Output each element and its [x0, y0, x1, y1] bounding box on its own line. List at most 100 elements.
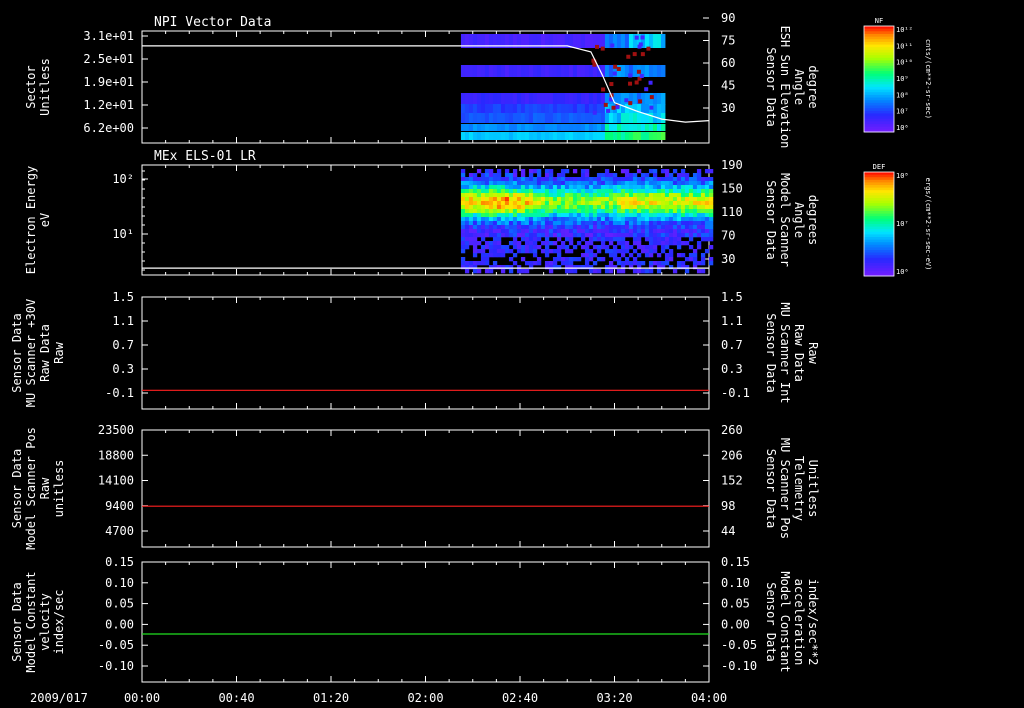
heatmap-cell [480, 124, 486, 131]
heatmap-cell [584, 233, 590, 238]
heatmap-cell [600, 213, 606, 218]
heatmap-cell [460, 213, 466, 218]
heatmap-cell [508, 173, 514, 178]
heatmap-cell [660, 205, 666, 210]
heatmap-cell [632, 229, 638, 234]
heatmap-cell [544, 93, 550, 105]
heatmap-cell [468, 225, 474, 230]
heatmap-cell [612, 233, 618, 238]
heatmap-cell [648, 185, 654, 190]
heatmap-cell [544, 241, 550, 246]
heatmap-cell [472, 124, 478, 131]
heatmap-cell [536, 229, 542, 234]
heatmap-cell [520, 65, 526, 77]
heatmap-cell [576, 177, 582, 182]
heatmap-cell [600, 233, 606, 238]
heatmap-cell [580, 34, 586, 48]
heatmap-cell [548, 181, 554, 186]
heatmap-cell [476, 104, 482, 113]
heatmap-cell [688, 253, 694, 258]
heatmap-cell [536, 173, 542, 178]
heatmap-cell [584, 241, 590, 246]
heatmap-cell [584, 197, 590, 202]
heatmap-cell [700, 233, 706, 238]
heatmap-cell [532, 181, 538, 186]
right-tick-label: -0.10 [721, 659, 757, 673]
heatmap-cell [608, 132, 614, 140]
heatmap-cell [540, 229, 546, 234]
heatmap-cell [688, 189, 694, 194]
heatmap-cell [576, 104, 582, 113]
heatmap-cell [524, 217, 530, 222]
right-axis-label: degrees [806, 195, 820, 246]
heatmap-cell [596, 221, 602, 226]
heatmap-cell [472, 209, 478, 214]
heatmap-cell [464, 229, 470, 234]
heatmap-cell [516, 269, 522, 274]
y-axis-label: Sensor Data [10, 313, 24, 392]
heatmap-cell [500, 113, 506, 123]
heatmap-cell [576, 113, 582, 123]
heatmap-cell [692, 185, 698, 190]
heatmap-cell [624, 98, 629, 103]
heatmap-cell [532, 253, 538, 258]
heatmap-cell [700, 225, 706, 230]
heatmap-cell [704, 177, 710, 182]
heatmap-cell [560, 213, 566, 218]
heatmap-cell [484, 253, 490, 258]
heatmap-cell [612, 124, 618, 131]
heatmap-cell [492, 221, 498, 226]
colorbar-tick-label: 10⁶ [896, 124, 909, 132]
heatmap-cell [576, 65, 582, 77]
colorbar-tick-label: 10⁸ [896, 172, 909, 180]
heatmap-cell [572, 177, 578, 182]
heatmap-cell [496, 124, 502, 131]
heatmap-cell [528, 241, 534, 246]
heatmap-cell [612, 217, 618, 222]
colorbar-tick-label: 10¹¹ [896, 42, 913, 50]
heatmap-cell [628, 34, 634, 48]
heatmap-cell [660, 181, 666, 186]
heatmap-cell [516, 124, 522, 131]
heatmap-cell [640, 52, 645, 57]
heatmap-cell [508, 132, 514, 140]
heatmap-cell [472, 253, 478, 258]
heatmap-cell [556, 245, 562, 250]
right-axis-label: Angle [792, 202, 806, 238]
heatmap-cell [640, 181, 646, 186]
heatmap-cell [668, 249, 674, 254]
heatmap-cell [492, 245, 498, 250]
heatmap-cell [564, 221, 570, 226]
heatmap-cell [596, 113, 602, 123]
heatmap-cell [556, 229, 562, 234]
heatmap-cell [668, 257, 674, 262]
heatmap-cell [632, 197, 638, 202]
heatmap-cell [576, 205, 582, 210]
heatmap-cell [528, 185, 534, 190]
heatmap-cell [616, 217, 622, 222]
heatmap-cell [656, 181, 662, 186]
heatmap-cell [636, 169, 642, 174]
heatmap-cell [652, 181, 658, 186]
heatmap-cell [680, 217, 686, 222]
heatmap-cell [656, 225, 662, 230]
heatmap-cell [504, 177, 510, 182]
heatmap-cell [492, 193, 498, 198]
heatmap-cell [472, 177, 478, 182]
heatmap-cell [532, 197, 538, 202]
heatmap-cell [508, 205, 514, 210]
heatmap-cell [460, 257, 466, 262]
heatmap-cell [516, 181, 522, 186]
y-tick-label: 14100 [98, 474, 134, 488]
panel-5: Sensor Data Model Constant velocity index/s… [10, 555, 820, 683]
heatmap-cell [620, 209, 626, 214]
heatmap-cell [656, 269, 662, 274]
heatmap-cell [596, 217, 602, 222]
heatmap-cell [640, 209, 646, 214]
heatmap-cell [644, 269, 650, 274]
heatmap-cell [696, 233, 702, 238]
heatmap-cell [576, 193, 582, 198]
heatmap-cell [516, 93, 522, 105]
heatmap-cell [560, 132, 566, 140]
heatmap-cell [704, 225, 710, 230]
